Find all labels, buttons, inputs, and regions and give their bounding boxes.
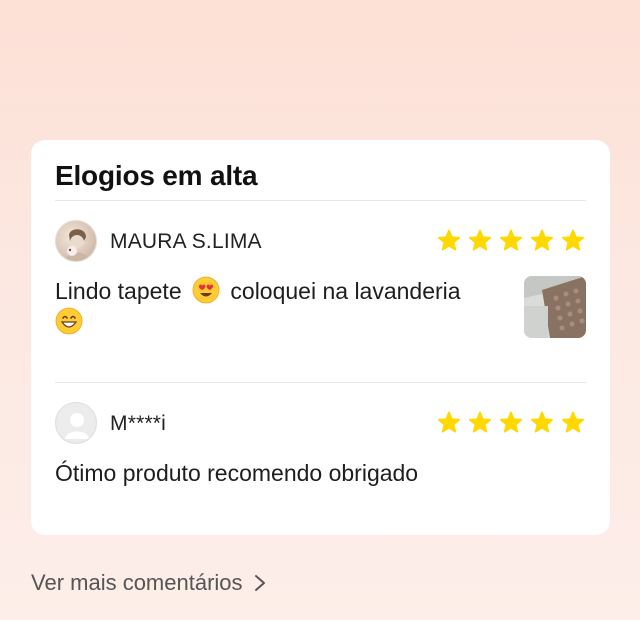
star-icon: [437, 229, 461, 251]
review-text-part: Lindo tapete: [55, 278, 182, 304]
see-more-comments-link[interactable]: Ver mais comentários: [31, 570, 267, 596]
star-rating: [436, 228, 586, 254]
star-icon: [530, 411, 554, 433]
star-icon: [499, 411, 523, 433]
star-icon: [468, 411, 492, 433]
review-author: M****i: [110, 412, 167, 435]
section-title: Elogios em alta: [55, 160, 258, 191]
reviews-card: Elogios em alta MAURA S.LIMA Lindo tapet…: [31, 140, 610, 535]
star-icon: [499, 229, 523, 251]
review-author: MAURA S.LIMA: [110, 230, 262, 253]
star-rating: [436, 410, 586, 436]
user-photo-avatar[interactable]: [55, 220, 97, 262]
star-icon: [561, 229, 585, 251]
default-user-avatar-icon[interactable]: [55, 402, 97, 444]
review-item[interactable]: MAURA S.LIMA Lindo tapete coloquei na la…: [55, 220, 586, 370]
review-text: Lindo tapete coloquei na lavanderia: [55, 276, 505, 338]
star-icon: [530, 229, 554, 251]
review-text-part: coloquei na lavanderia: [230, 278, 461, 304]
divider: [55, 200, 586, 201]
review-text: Ótimo produto recomendo obrigado: [55, 460, 419, 486]
review-item[interactable]: M****i Ótimo produto recomendo obrigado: [55, 402, 586, 512]
star-icon: [561, 411, 585, 433]
heart-eyes-emoji-icon: [192, 276, 220, 304]
grinning-emoji-icon: [55, 307, 83, 335]
see-more-label: Ver mais comentários: [31, 570, 243, 595]
chevron-right-icon: [254, 575, 265, 591]
review-photo-thumbnail[interactable]: [524, 276, 586, 338]
star-icon: [437, 411, 461, 433]
star-icon: [468, 229, 492, 251]
divider: [55, 382, 586, 383]
